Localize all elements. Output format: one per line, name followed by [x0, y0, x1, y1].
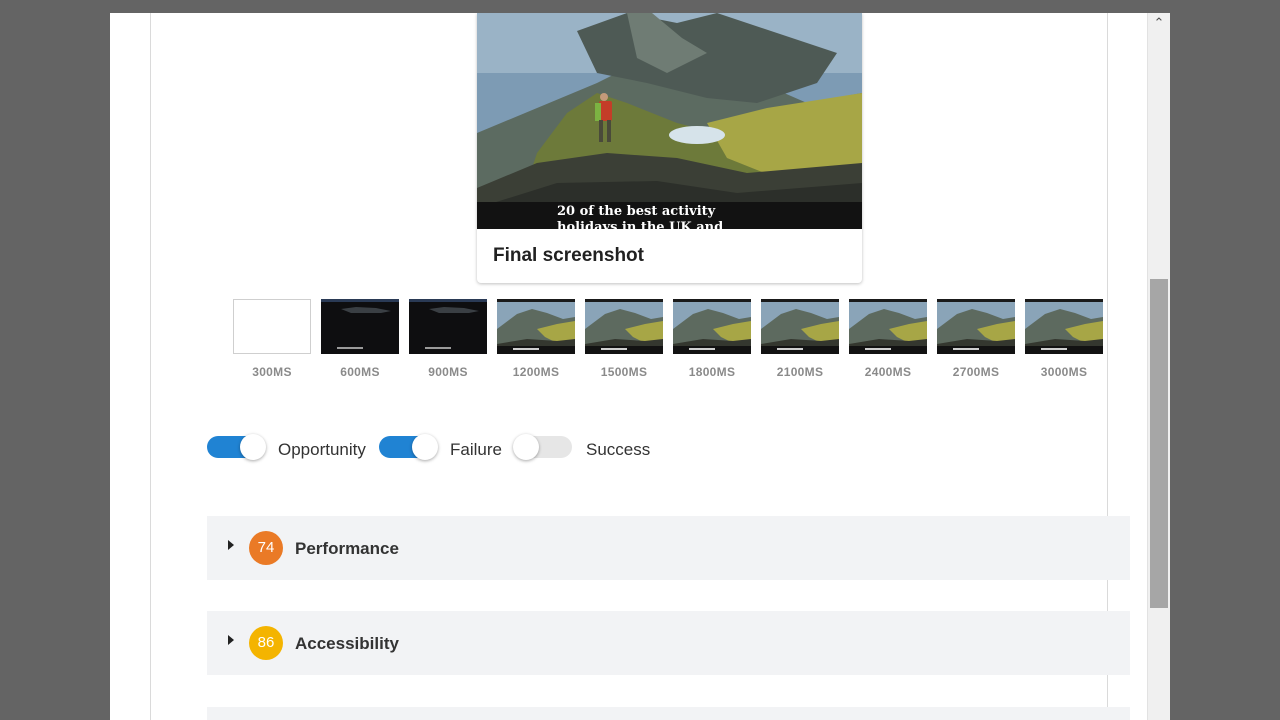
toggle-knob	[513, 434, 539, 460]
filmstrip-thumbnail	[937, 299, 1015, 354]
filmstrip-thumbnail	[673, 299, 751, 354]
final-screenshot-image: 20 of the best activity holidays in the …	[477, 13, 862, 229]
filmstrip-time-label: 1500MS	[600, 365, 648, 379]
filmstrip-thumbnail	[321, 299, 399, 354]
scrollbar-thumb[interactable]	[1150, 279, 1168, 608]
audit-filters: Opportunity Failure Success	[207, 433, 707, 463]
failure-label: Failure	[450, 440, 502, 459]
filmstrip-thumbnail	[1025, 299, 1103, 354]
final-screenshot-label: Final screenshot	[493, 245, 644, 266]
opportunity-toggle[interactable]	[207, 434, 266, 460]
filmstrip-thumbnail	[497, 299, 575, 354]
success-label: Success	[586, 440, 651, 459]
filmstrip-frame: 900MS	[409, 299, 487, 379]
accessibility-title: Accessibility	[295, 634, 399, 653]
filmstrip-time-label: 2400MS	[864, 365, 912, 379]
report-content: 20 of the best activity holidays in the …	[150, 13, 1130, 720]
filmstrip-time-label: 1800MS	[688, 365, 736, 379]
category-accessibility[interactable]: 86 Accessibility	[207, 611, 1130, 675]
filmstrip-time-label: 1200MS	[512, 365, 560, 379]
filmstrip-time-label: 2100MS	[776, 365, 824, 379]
failure-toggle[interactable]	[379, 434, 438, 460]
filmstrip-time-label: 600MS	[340, 365, 380, 379]
filmstrip-frame: 300MS	[233, 299, 311, 379]
accessibility-score-badge: 86	[249, 626, 283, 660]
filmstrip-frame: 2100MS	[761, 299, 839, 379]
filmstrip-frame: 3000MS	[1025, 299, 1103, 379]
report-window: 20 of the best activity holidays in the …	[110, 13, 1170, 720]
category-performance[interactable]: 74 Performance	[207, 516, 1130, 580]
filmstrip-thumbnail	[409, 299, 487, 354]
filmstrip-frame: 1500MS	[585, 299, 663, 379]
performance-title: Performance	[295, 539, 399, 558]
image-caption-line-2: holidays in the UK and	[557, 220, 723, 229]
performance-score-badge: 74	[249, 531, 283, 565]
filmstrip-thumbnail	[585, 299, 663, 354]
opportunity-label: Opportunity	[278, 440, 366, 459]
vertical-scrollbar[interactable]: ⌃	[1147, 13, 1170, 720]
filmstrip-frame: 600MS	[321, 299, 399, 379]
filmstrip-time-label: 3000MS	[1040, 365, 1088, 379]
filmstrip-frame: 2700MS	[937, 299, 1015, 379]
filmstrip-frame: 1800MS	[673, 299, 751, 379]
filmstrip-thumbnail	[849, 299, 927, 354]
caret-right-icon	[228, 635, 234, 645]
filmstrip-frame: 1200MS	[497, 299, 575, 379]
filmstrip-thumbnail	[761, 299, 839, 354]
caret-right-icon	[228, 540, 234, 550]
image-caption-line-1: 20 of the best activity	[557, 204, 716, 219]
filmstrip-time-label: 300MS	[252, 365, 292, 379]
final-screenshot-card: 20 of the best activity holidays in the …	[477, 13, 862, 283]
filmstrip-thumbnail	[233, 299, 311, 354]
filmstrip-frame: 2400MS	[849, 299, 927, 379]
toggle-knob	[412, 434, 438, 460]
chevron-up-icon[interactable]: ⌃	[1148, 13, 1170, 35]
category-next-partial[interactable]	[207, 707, 1130, 720]
filmstrip-time-label: 2700MS	[952, 365, 1000, 379]
filmstrip-time-label: 900MS	[428, 365, 468, 379]
toggle-knob	[240, 434, 266, 460]
success-toggle[interactable]	[513, 434, 572, 460]
filmstrip: 300MS 600MS 900MS 1200MS 1500MS 1800MS 2100MS 2…	[233, 299, 1113, 379]
